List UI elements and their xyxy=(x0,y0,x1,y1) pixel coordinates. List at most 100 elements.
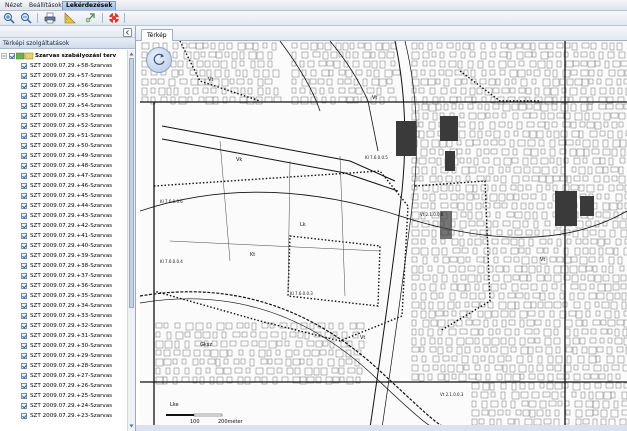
layer-checkbox[interactable] xyxy=(21,113,27,119)
layer-label: SZT 2009.07.29.+42-Szarvas xyxy=(30,223,113,229)
zoom-out-icon[interactable] xyxy=(20,12,32,24)
toolbar xyxy=(0,11,627,26)
zone-label: Vt xyxy=(372,95,377,101)
help-icon[interactable] xyxy=(108,12,120,24)
layer-checkbox[interactable] xyxy=(21,93,27,99)
layer-checkbox[interactable] xyxy=(21,123,27,129)
map-canvas[interactable]: Vt Vt Lk Vt Vt Gksz Kt Vk Lke Kl 7.6.0.0… xyxy=(140,41,627,428)
toolbar-separator xyxy=(37,13,38,23)
layer-label: SZT 2009.07.29.+27-Szarvas xyxy=(30,373,113,379)
layer-tree: Szarvas szabályozási terv SZT 2009.07.29… xyxy=(0,50,126,431)
layer-label: SZT 2009.07.29.+26-Szarvas xyxy=(30,383,113,389)
layer-checkbox[interactable] xyxy=(21,313,27,319)
layer-label: SZT 2009.07.29.+33-Szarvas xyxy=(30,313,113,319)
layer-tree-scrollbar[interactable] xyxy=(127,50,135,431)
layer-checkbox[interactable] xyxy=(21,153,27,159)
layer-checkbox[interactable] xyxy=(21,243,27,249)
toolbar-separator xyxy=(102,13,103,23)
zone-label: Vt xyxy=(540,257,545,263)
layer-checkbox[interactable] xyxy=(21,193,27,199)
layer-checkbox[interactable] xyxy=(21,83,27,89)
layer-checkbox[interactable] xyxy=(21,253,27,259)
layer-checkbox[interactable] xyxy=(21,283,27,289)
scroll-up-icon[interactable] xyxy=(129,51,134,57)
layer-checkbox[interactable] xyxy=(21,263,27,269)
collapse-node-icon[interactable] xyxy=(1,53,7,59)
layer-checkbox[interactable] xyxy=(21,163,27,169)
layer-label: SZT 2009.07.29.+36-Szarvas xyxy=(30,283,113,289)
print-icon[interactable] xyxy=(44,12,56,24)
layer-label: SZT 2009.07.29.+37-Szarvas xyxy=(30,273,113,279)
scroll-down-icon[interactable] xyxy=(129,423,134,429)
layer-checkbox[interactable] xyxy=(21,223,27,229)
tree-root-label: Szarvas szabályozási terv xyxy=(35,53,117,59)
zone-label: Gksz xyxy=(200,342,212,348)
layer-checkbox[interactable] xyxy=(21,363,27,369)
zone-label: Kt xyxy=(250,252,255,258)
scale-label: 200méter xyxy=(218,418,244,425)
layer-checkbox[interactable] xyxy=(21,393,27,399)
pan-icon[interactable] xyxy=(84,12,96,24)
layer-checkbox[interactable] xyxy=(21,183,27,189)
layer-checkbox[interactable] xyxy=(21,293,27,299)
layer-checkbox[interactable] xyxy=(21,143,27,149)
layer-checkbox[interactable] xyxy=(21,383,27,389)
layer-label: SZT 2009.07.29.+52-Szarvas xyxy=(30,123,113,129)
layer-checkbox[interactable] xyxy=(21,373,27,379)
layer-checkbox[interactable] xyxy=(21,73,27,79)
layer-label: SZT 2009.07.29.+35-Szarvas xyxy=(30,293,113,299)
layer-label: SZT 2009.07.29.+30-Szarvas xyxy=(30,343,113,349)
scrollbar-thumb[interactable] xyxy=(129,58,134,308)
menu-tab-beallitasok[interactable]: Beállítások xyxy=(26,1,65,10)
zone-label: Lk xyxy=(300,222,306,228)
layer-checkbox[interactable] xyxy=(21,213,27,219)
layer-label: SZT 2009.07.29.+40-Szarvas xyxy=(30,243,113,249)
layer-checkbox[interactable] xyxy=(21,233,27,239)
layer-label: SZT 2009.07.29.+28-Szarvas xyxy=(30,363,113,369)
layer-checkbox[interactable] xyxy=(21,63,27,69)
zone-label: Vt xyxy=(360,335,365,341)
layer-checkbox[interactable] xyxy=(21,323,27,329)
collapse-panel-button[interactable] xyxy=(123,28,132,37)
map-area: Térkép Vt Vt Lk Vt Vt Gksz Kt Vk Lke Kl … xyxy=(136,26,627,431)
layer-checkbox[interactable] xyxy=(21,353,27,359)
layer-checkbox[interactable] xyxy=(21,273,27,279)
layer-label: SZT 2009.07.29.+29-Szarvas xyxy=(30,353,113,359)
layer-label: SZT 2009.07.29.+31-Szarvas xyxy=(30,333,113,339)
layer-checkbox[interactable] xyxy=(21,103,27,109)
layer-checkbox[interactable] xyxy=(21,133,27,139)
layer-label: SZT 2009.07.29.+48-Szarvas xyxy=(30,163,113,169)
rotate-icon[interactable] xyxy=(147,48,171,72)
layer-label: SZT 2009.07.29.+23-Szarvas xyxy=(30,413,113,419)
cadastral-map[interactable]: Vt Vt Lk Vt Vt Gksz Kt Vk Lke Kl 7.6.0.0… xyxy=(140,41,627,428)
layer-label: SZT 2009.07.29.+34-Szarvas xyxy=(30,303,113,309)
layer-label: SZT 2009.07.29.+50-Szarvas xyxy=(30,143,113,149)
parcel-code: Kl 7.6.0.0.6 xyxy=(160,199,183,204)
layer-checkbox[interactable] xyxy=(21,403,27,409)
left-panel: Térképi szolgáltatások Szarvas szabályoz… xyxy=(0,26,136,431)
layer-label: SZT 2009.07.29.+51-Szarvas xyxy=(30,133,113,139)
layer-checkbox[interactable] xyxy=(21,333,27,339)
layer-checkbox[interactable] xyxy=(21,343,27,349)
layer-checkbox[interactable] xyxy=(21,173,27,179)
map-navigation-control[interactable] xyxy=(146,47,172,73)
menu-tab-lekerdezesek[interactable]: Lekérdezések xyxy=(62,1,117,10)
zone-label: Vk xyxy=(236,157,242,163)
layer-label: SZT 2009.07.29.+24-Szarvas xyxy=(30,403,113,409)
layer-label: SZT 2009.07.29.+41-Szarvas xyxy=(30,233,113,239)
measure-icon[interactable] xyxy=(64,12,76,24)
parcel-code: Kl 7.6.0.0.3 xyxy=(290,291,313,296)
zoom-in-icon[interactable] xyxy=(3,12,15,24)
status-bar xyxy=(136,425,627,431)
menu-tab-nezet[interactable]: Nézet xyxy=(2,1,25,10)
layer-checkbox[interactable] xyxy=(21,203,27,209)
layer-checkbox[interactable] xyxy=(21,303,27,309)
layer-label: SZT 2009.07.29.+53-Szarvas xyxy=(30,113,113,119)
menu-bar: Nézet Beállítások Lekérdezések xyxy=(0,0,627,11)
layer-group-icon xyxy=(16,52,34,60)
layer-checkbox[interactable] xyxy=(21,413,27,419)
layer-checkbox[interactable] xyxy=(9,53,15,59)
layer-label: SZT 2009.07.29.+56-Szarvas xyxy=(30,83,113,89)
toolbar-separator xyxy=(124,13,125,23)
layer-label: SZT 2009.07.29.+43-Szarvas xyxy=(30,213,113,219)
